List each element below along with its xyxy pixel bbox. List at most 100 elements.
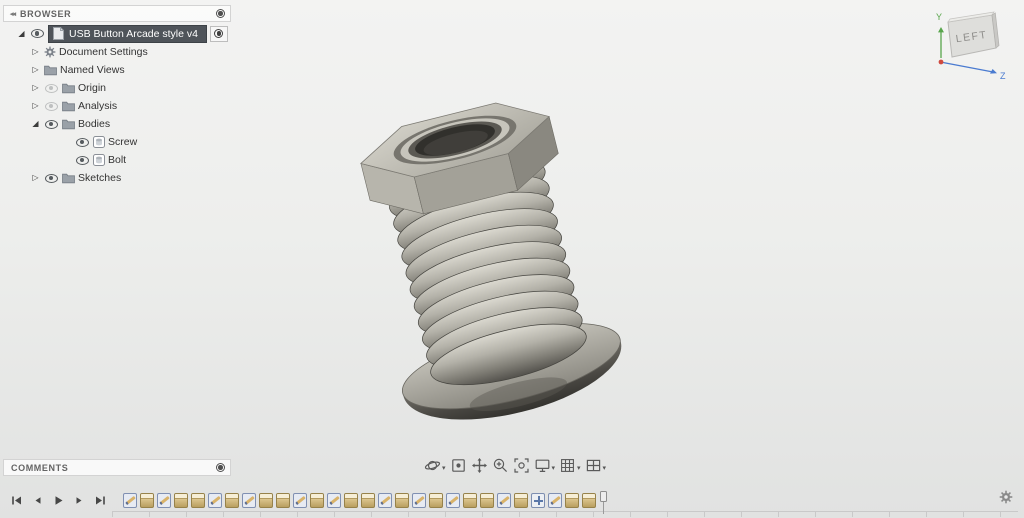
view-cube[interactable]: Y Z LEFT <box>928 8 1012 82</box>
timeline-feature-extrude[interactable] <box>225 492 239 508</box>
timeline-feature-extrude[interactable] <box>259 492 273 508</box>
browser-item-origin[interactable]: ▷ Origin <box>3 79 243 97</box>
active-document-chip[interactable]: USB Button Arcade style v4 <box>48 24 207 43</box>
document-title: USB Button Arcade style v4 <box>69 27 198 40</box>
browser-item-label: Origin <box>78 82 107 94</box>
browser-item-label: Bodies <box>78 118 111 130</box>
browser-tree: ◢ USB Button Arcade style v4 ▷ Document S… <box>3 24 243 187</box>
browser-root-item[interactable]: ◢ USB Button Arcade style v4 <box>3 24 243 43</box>
timeline-feature-extrude[interactable] <box>395 492 409 508</box>
tree-collapsed-arrow-icon[interactable]: ▷ <box>30 174 41 182</box>
timeline-feature-sketch[interactable] <box>446 492 460 508</box>
timeline-feature-sketch[interactable] <box>327 492 341 508</box>
timeline-scrubber[interactable] <box>600 491 609 515</box>
nav-look-at-button[interactable] <box>449 455 468 476</box>
timeline-feature-extrude[interactable] <box>565 492 579 508</box>
browser-panel-header[interactable]: ◂◂ BROWSER <box>3 5 231 22</box>
browser-item-named-views[interactable]: ▷ Named Views <box>3 61 243 79</box>
browser-panel-title: BROWSER <box>20 8 72 19</box>
nav-grid-snaps-button[interactable]: ▾ <box>558 455 582 476</box>
timeline-feature-sketch[interactable] <box>242 492 256 508</box>
visibility-eye-icon[interactable] <box>75 155 90 165</box>
tree-expanded-arrow-icon[interactable]: ◢ <box>30 120 41 128</box>
timeline-feature-sketch[interactable] <box>123 492 137 508</box>
timeline-play-button[interactable] <box>52 494 65 507</box>
tree-expanded-arrow-icon[interactable]: ◢ <box>16 29 27 38</box>
timeline-feature-extrude[interactable] <box>361 492 375 508</box>
timeline-go-to-end-button[interactable] <box>94 494 107 507</box>
panel-display-dot-icon[interactable] <box>216 463 225 472</box>
fusion-window: Y Z LEFT ◂◂ BROWSER ◢ USB Button Arcade … <box>0 0 1024 518</box>
browser-item-label: Document Settings <box>59 46 148 58</box>
timeline-feature-extrude[interactable] <box>463 492 477 508</box>
visibility-eye-icon[interactable] <box>44 119 59 129</box>
nav-pan-button[interactable] <box>470 455 489 476</box>
panel-display-dot-icon[interactable] <box>216 9 225 18</box>
y-axis-label: Y <box>936 12 942 22</box>
nav-fit-button[interactable] <box>512 455 531 476</box>
visibility-eye-icon[interactable] <box>44 83 59 93</box>
navigation-toolbar: ▾ ▾ ▾ ▾ <box>423 455 607 476</box>
nav-display-settings-button[interactable]: ▾ <box>533 455 557 476</box>
timeline-feature-extrude[interactable] <box>514 492 528 508</box>
z-axis-label: Z <box>1000 71 1006 81</box>
timeline-feature-sketch[interactable] <box>497 492 511 508</box>
timeline-feature-extrude[interactable] <box>140 492 154 508</box>
timeline-feature-extrude[interactable] <box>480 492 494 508</box>
timeline-feature-extrude[interactable] <box>276 492 290 508</box>
browser-item-sketches[interactable]: ▷ Sketches <box>3 169 243 187</box>
visibility-eye-icon[interactable] <box>30 29 45 38</box>
collapse-panel-icon[interactable]: ◂◂ <box>10 10 16 18</box>
body-icon <box>93 136 105 148</box>
browser-item-document-settings[interactable]: ▷ Document Settings <box>3 43 243 61</box>
body-icon <box>93 154 105 166</box>
visibility-eye-icon[interactable] <box>75 137 90 147</box>
folder-icon <box>62 173 75 184</box>
browser-item-analysis[interactable]: ▷ Analysis <box>3 97 243 115</box>
tree-collapsed-arrow-icon[interactable]: ▷ <box>30 102 41 110</box>
nav-viewports-button[interactable]: ▾ <box>584 455 608 476</box>
timeline-step-back-button[interactable] <box>31 494 44 507</box>
document-activate-radio[interactable] <box>209 25 228 42</box>
nav-zoom-button[interactable] <box>491 455 510 476</box>
dropdown-caret-icon: ▾ <box>551 464 556 472</box>
tree-collapsed-arrow-icon[interactable]: ▷ <box>30 48 41 56</box>
timeline-feature-sketch[interactable] <box>378 492 392 508</box>
timeline-feature-sketch[interactable] <box>293 492 307 508</box>
tree-collapsed-arrow-icon[interactable]: ▷ <box>30 84 41 92</box>
x-axis-origin-dot <box>938 59 944 65</box>
folder-icon <box>62 101 75 112</box>
timeline-feature-extrude[interactable] <box>429 492 443 508</box>
visibility-eye-icon[interactable] <box>44 173 59 183</box>
y-axis-arrow-icon <box>938 27 944 33</box>
tree-collapsed-arrow-icon[interactable]: ▷ <box>30 66 41 74</box>
timeline-playback-controls <box>10 494 107 507</box>
browser-item-label: Named Views <box>60 64 125 76</box>
browser-item-bolt[interactable]: Bolt <box>3 151 243 169</box>
visibility-eye-icon[interactable] <box>44 101 59 111</box>
timeline-bar <box>0 486 1024 514</box>
folder-icon <box>44 65 57 76</box>
timeline-feature-extrude[interactable] <box>174 492 188 508</box>
timeline-feature-sketch[interactable] <box>412 492 426 508</box>
timeline-settings-gear-button[interactable] <box>999 490 1013 504</box>
timeline-feature-sketch[interactable] <box>157 492 171 508</box>
timeline-feature-move[interactable] <box>531 492 545 508</box>
timeline-feature-sketch[interactable] <box>208 492 222 508</box>
timeline-feature-extrude[interactable] <box>582 492 596 508</box>
timeline-step-forward-button[interactable] <box>73 494 86 507</box>
timeline-feature-extrude[interactable] <box>344 492 358 508</box>
dropdown-caret-icon: ▾ <box>602 464 607 472</box>
folder-icon <box>62 83 75 94</box>
document-icon <box>53 27 64 40</box>
browser-item-label: Sketches <box>78 172 122 184</box>
timeline-go-to-beginning-button[interactable] <box>10 494 23 507</box>
browser-item-screw[interactable]: Screw <box>3 133 243 151</box>
timeline-feature-extrude[interactable] <box>310 492 324 508</box>
dropdown-caret-icon: ▾ <box>577 464 581 472</box>
timeline-feature-sketch[interactable] <box>548 492 562 508</box>
comments-panel-header[interactable]: COMMENTS <box>3 459 231 476</box>
nav-orbit-button[interactable]: ▾ <box>423 455 447 476</box>
browser-item-bodies[interactable]: ◢ Bodies <box>3 115 243 133</box>
timeline-feature-extrude[interactable] <box>191 492 205 508</box>
